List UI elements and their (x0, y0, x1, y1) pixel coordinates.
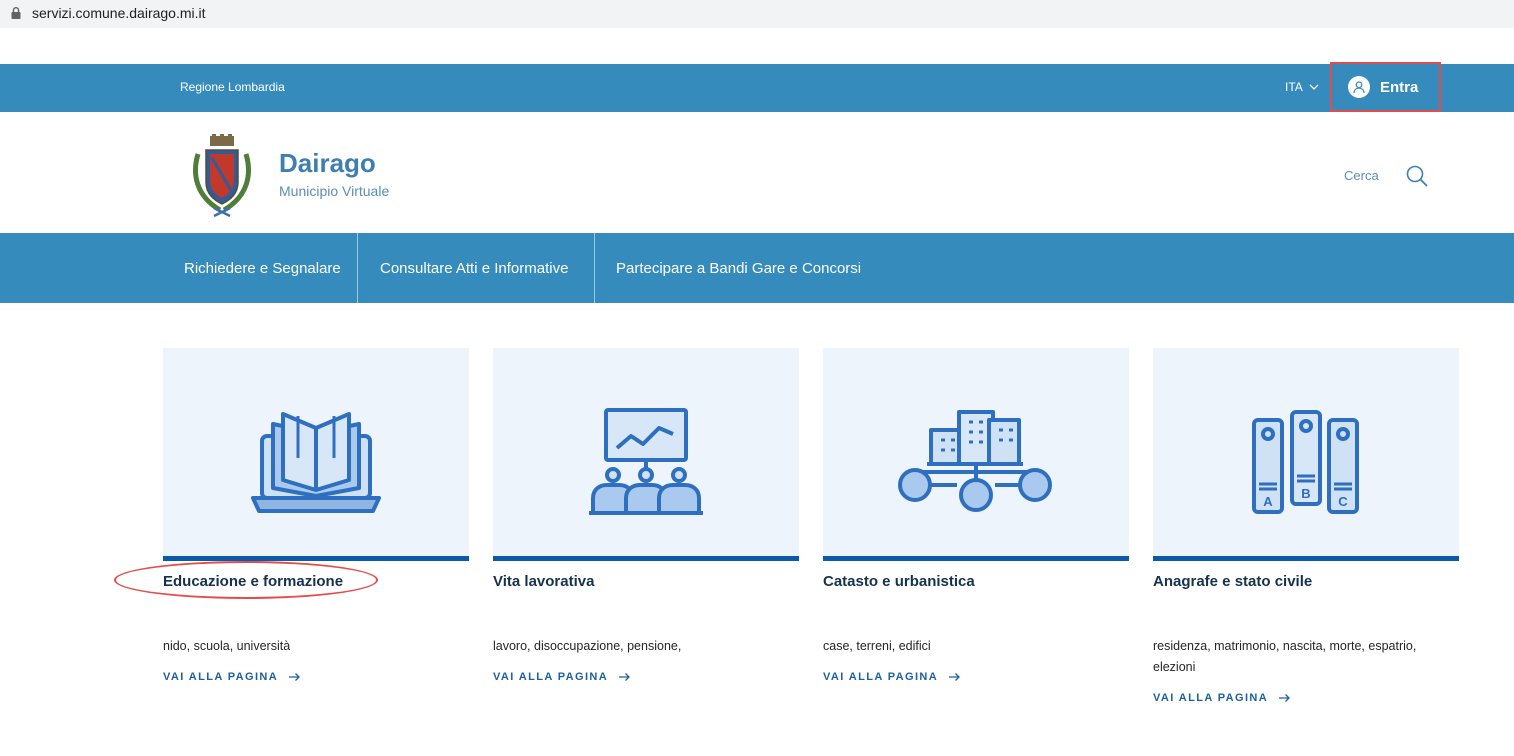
site-header: Dairago Municipio Virtuale Cerca (0, 112, 1514, 233)
url-text[interactable]: servizi.comune.dairago.mi.it (32, 5, 206, 21)
site-subtitle: Municipio Virtuale (279, 183, 390, 199)
login-label: Entra (1380, 78, 1419, 96)
nav-divider (357, 233, 358, 303)
chevron-down-icon (1309, 84, 1319, 90)
lock-icon (11, 7, 21, 19)
search-icon[interactable] (1405, 164, 1429, 188)
card-description: case, terreni, edifici (823, 639, 931, 653)
card-image (823, 348, 1129, 556)
nav-item-consultare[interactable]: Consultare Atti e Informative (380, 233, 568, 303)
card-title[interactable]: Vita lavorativa (493, 573, 594, 590)
card-accent-bar (1153, 556, 1459, 561)
main-navigation: Richiedere e Segnalare Consultare Atti e… (0, 233, 1514, 303)
page-strip (0, 28, 1514, 64)
card-link[interactable]: VAI ALLA PAGINA (823, 671, 961, 683)
card-description: residenza, matrimonio, nascita, morte, e… (1153, 639, 1417, 674)
card-accent-bar (493, 556, 799, 561)
card-description: nido, scuola, università (163, 639, 291, 653)
city-network-icon (898, 410, 1052, 512)
card-link[interactable]: VAI ALLA PAGINA (493, 671, 631, 683)
language-selector[interactable]: ITA (1285, 80, 1319, 94)
card-accent-bar (823, 556, 1129, 561)
arrow-right-icon (949, 673, 961, 681)
card-link-label: VAI ALLA PAGINA (1153, 692, 1269, 704)
browser-address-bar[interactable]: servizi.comune.dairago.mi.it (0, 0, 1514, 28)
card-image (163, 348, 469, 556)
login-button[interactable]: Entra (1330, 62, 1441, 112)
card-link[interactable]: VAI ALLA PAGINA (1153, 692, 1291, 704)
topic-card-educazione[interactable]: Educazione e formazione nido, scuola, un… (163, 348, 469, 683)
card-link-label: VAI ALLA PAGINA (823, 671, 939, 683)
card-title[interactable]: Anagrafe e stato civile (1153, 573, 1312, 590)
presentation-icon (589, 408, 703, 515)
region-link[interactable]: Regione Lombardia (180, 80, 285, 94)
topic-card-catasto[interactable]: Catasto e urbanistica case, terreni, edi… (823, 348, 1129, 683)
nav-divider (594, 233, 595, 303)
arrow-right-icon (289, 673, 301, 681)
svg-text:B: B (1301, 486, 1310, 501)
svg-text:A: A (1263, 494, 1273, 509)
card-description: lavoro, disoccupazione, pensione, (493, 639, 682, 653)
language-label: ITA (1285, 80, 1303, 94)
card-link[interactable]: VAI ALLA PAGINA (163, 671, 301, 683)
card-title[interactable]: Catasto e urbanistica (823, 573, 975, 590)
arrow-right-icon (619, 673, 631, 681)
user-icon (1348, 76, 1370, 98)
card-image: A B C (1153, 348, 1459, 556)
svg-text:C: C (1338, 494, 1348, 509)
slim-header: Regione Lombardia ITA (0, 64, 1514, 112)
book-laptop-icon (251, 412, 381, 513)
card-link-label: VAI ALLA PAGINA (163, 671, 279, 683)
binders-icon: A B C (1252, 410, 1359, 514)
nav-item-richiedere[interactable]: Richiedere e Segnalare (184, 233, 341, 303)
card-image (493, 348, 799, 556)
municipal-crest-icon[interactable] (190, 134, 254, 218)
search-label[interactable]: Cerca (1344, 168, 1379, 183)
topic-card-lavoro[interactable]: Vita lavorativa lavoro, disoccupazione, … (493, 348, 799, 683)
card-accent-bar (163, 556, 469, 561)
card-link-label: VAI ALLA PAGINA (493, 671, 609, 683)
highlight-ellipse (114, 561, 378, 599)
topic-card-anagrafe[interactable]: A B C Anagrafe e stato civile residenza, m… (1153, 348, 1459, 704)
nav-item-partecipare[interactable]: Partecipare a Bandi Gare e Concorsi (616, 233, 861, 303)
site-title[interactable]: Dairago (279, 148, 376, 179)
arrow-right-icon (1279, 694, 1291, 702)
